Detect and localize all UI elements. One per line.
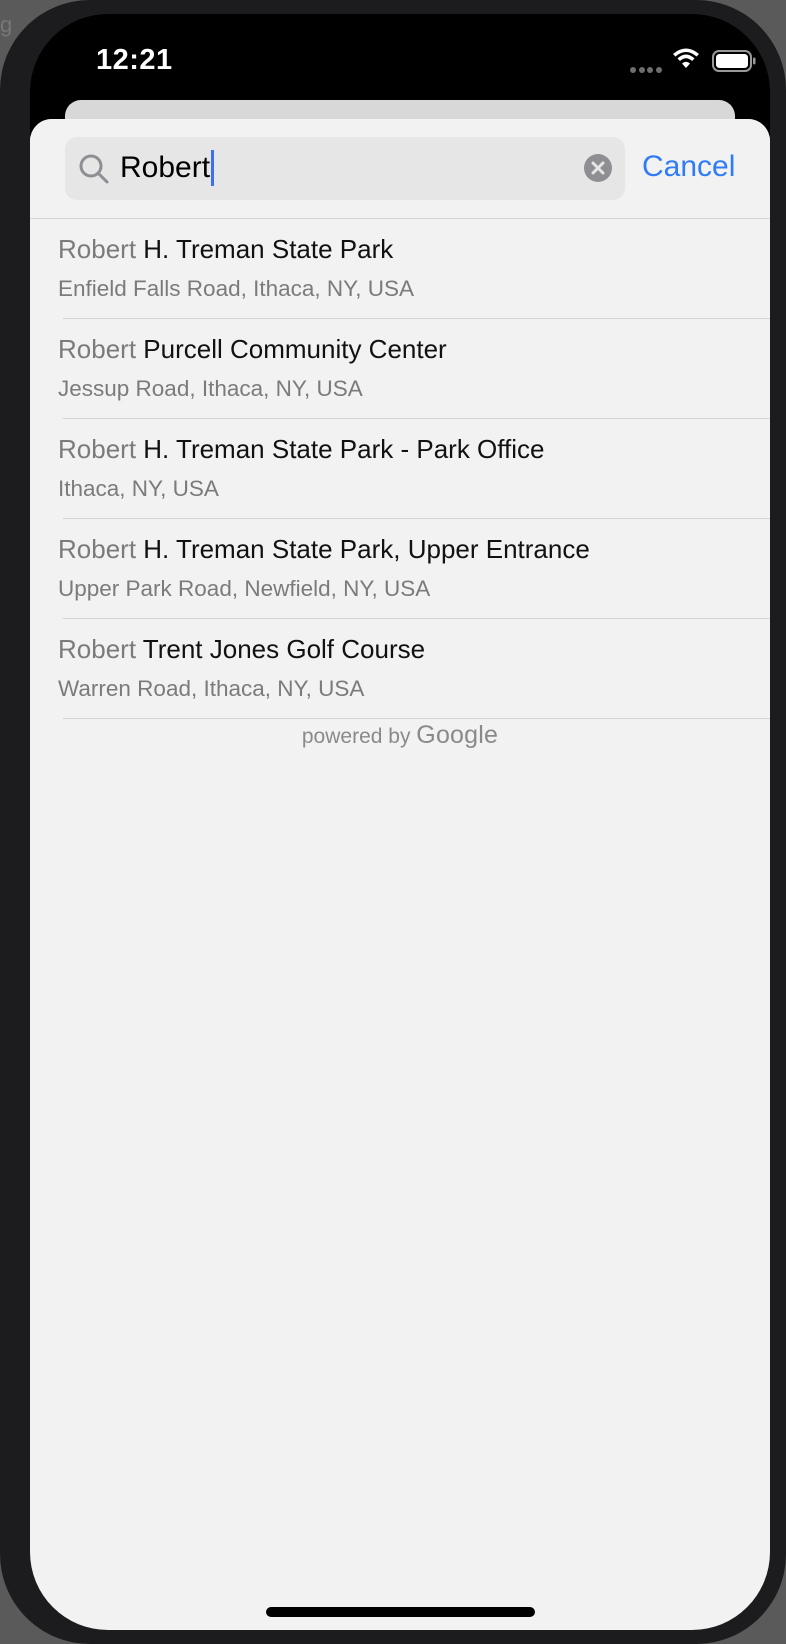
result-title: Robert H. Treman State Park [58,233,393,265]
result-title: Robert Trent Jones Golf Course [58,633,425,665]
result-title: Robert Purcell Community Center [58,333,447,365]
search-query-text: Robert [120,151,211,184]
device-frame: g 12:21 Robert Cancel Robert H. Treman S… [0,0,786,1644]
google-attribution: powered by Google [30,721,770,751]
result-rest-text: H. Treman State Park, Upper Entrance [136,534,590,564]
status-time: 12:21 [96,44,173,76]
result-title: Robert H. Treman State Park, Upper Entra… [58,533,590,565]
result-rest-text: Trent Jones Golf Course [136,634,426,664]
result-rest-text: H. Treman State Park [136,234,394,264]
result-subtitle: Ithaca, NY, USA [58,476,219,501]
result-rest-text: Purcell Community Center [136,334,447,364]
result-row[interactable]: Robert H. Treman State Park, Upper Entra… [30,519,770,619]
result-subtitle: Upper Park Road, Newfield, NY, USA [58,576,431,601]
google-logo-text: Google [416,721,499,749]
result-subtitle: Jessup Road, Ithaca, NY, USA [58,376,363,401]
battery-icon [712,50,756,72]
result-subtitle: Warren Road, Ithaca, NY, USA [58,676,365,701]
clear-text-icon[interactable] [583,153,613,183]
search-header: Robert Cancel [30,119,770,219]
background-text-fragment: g [0,12,13,37]
result-match-text: Robert [58,534,137,564]
result-row[interactable]: Robert H. Treman State Park Enfield Fall… [30,219,770,319]
result-match-text: Robert [58,234,137,264]
result-title: Robert H. Treman State Park - Park Offic… [58,433,544,465]
attribution-prefix: powered by [301,725,411,748]
result-row[interactable]: Robert Purcell Community Center Jessup R… [30,319,770,419]
wifi-icon [673,48,699,68]
search-input[interactable]: Robert [120,149,215,187]
result-rest-text: H. Treman State Park - Park Office [136,434,545,464]
results-list: Robert H. Treman State Park Enfield Fall… [30,219,770,719]
result-match-text: Robert [58,634,137,664]
result-subtitle: Enfield Falls Road, Ithaca, NY, USA [58,276,415,301]
result-match-text: Robert [58,434,137,464]
result-row[interactable]: Robert Trent Jones Golf Course Warren Ro… [30,619,770,719]
autocomplete-sheet: Robert Cancel Robert H. Treman State Par… [30,119,770,1630]
notch [214,14,586,76]
search-icon [79,154,109,184]
cancel-button[interactable]: Cancel [642,147,735,187]
cellular-dots-icon [630,60,664,73]
result-row[interactable]: Robert H. Treman State Park - Park Offic… [30,419,770,519]
text-caret [211,150,215,186]
phone-screen: 12:21 Robert Cancel Robert H. Treman Sta… [30,14,770,1630]
search-field[interactable]: Robert [65,137,625,200]
result-match-text: Robert [58,334,137,364]
home-indicator[interactable] [266,1607,535,1617]
